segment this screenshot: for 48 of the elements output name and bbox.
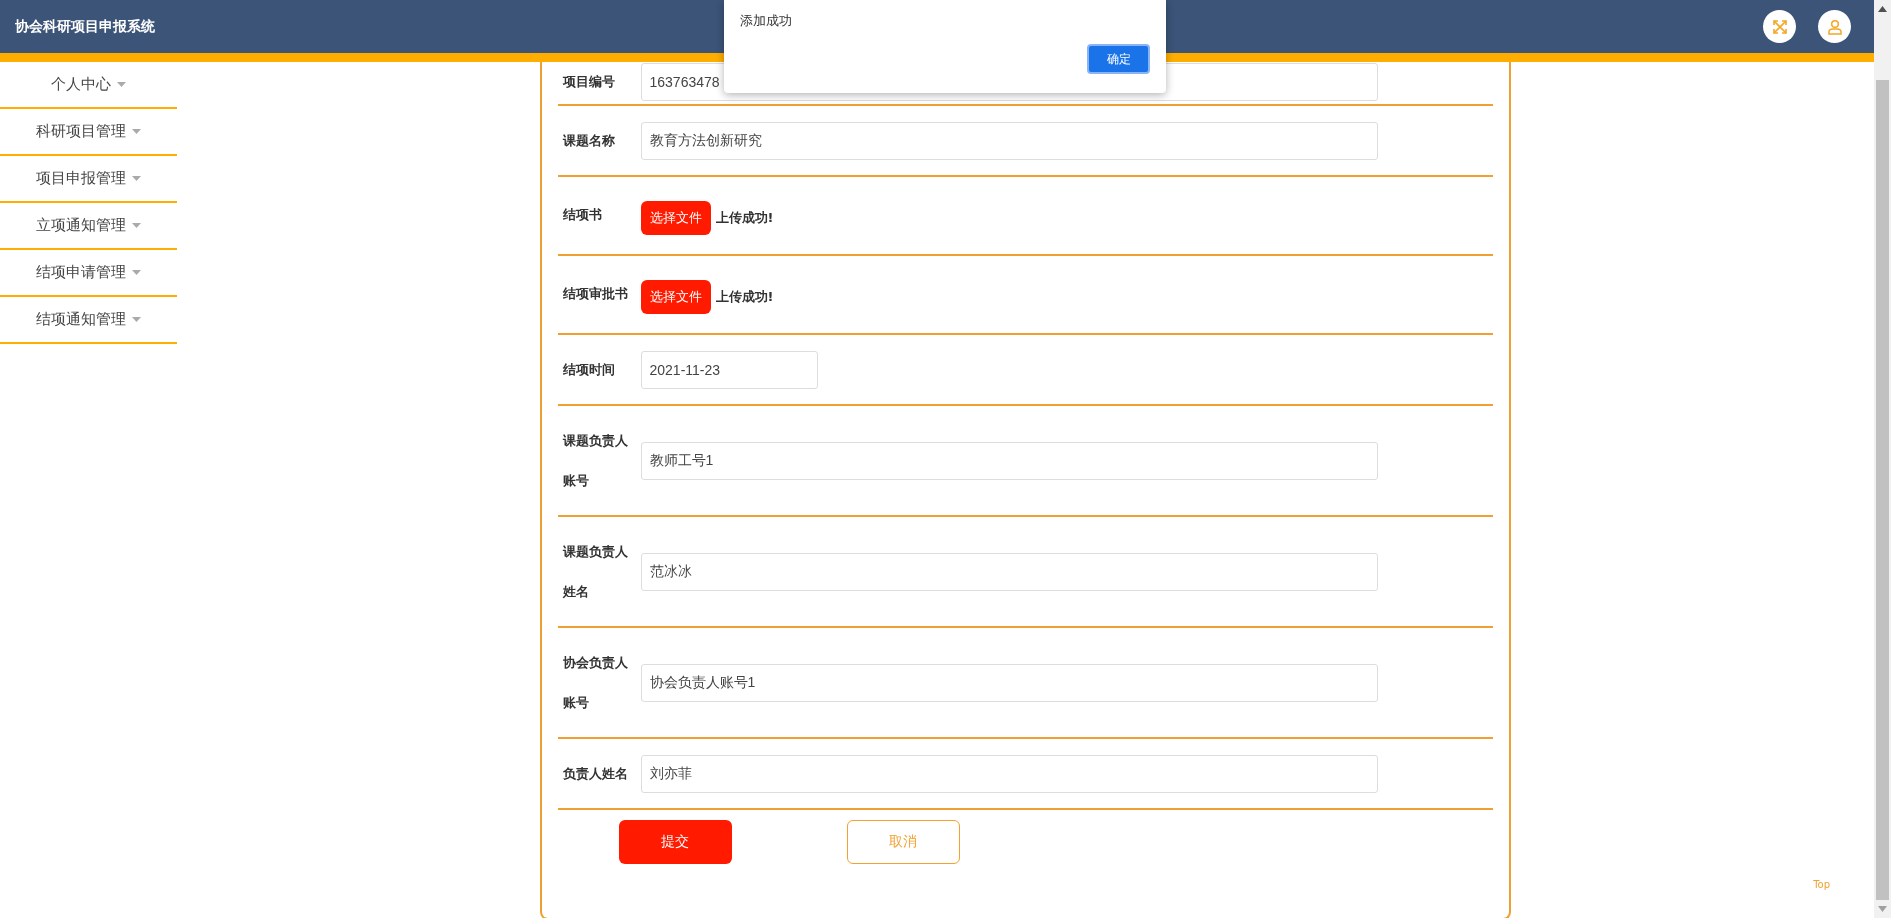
caret-icon: [132, 317, 141, 322]
caret-icon: [132, 129, 141, 134]
scrollbar[interactable]: [1874, 0, 1891, 918]
fullscreen-button[interactable]: [1763, 10, 1796, 43]
user-icon: [1826, 18, 1843, 35]
field-label: 结项时间: [562, 361, 616, 379]
sidebar-menu-item[interactable]: 结项通知管理: [0, 297, 177, 344]
user-button[interactable]: [1818, 10, 1851, 43]
input-field[interactable]: 教师工号1: [640, 442, 1378, 480]
menu-label: 项目申报管理: [36, 169, 126, 188]
confirm-button[interactable]: 确定: [1087, 44, 1150, 74]
caret-icon: [132, 270, 141, 275]
scroll-up-icon[interactable]: [1878, 6, 1887, 12]
date-field[interactable]: 2021-11-23: [640, 351, 818, 389]
caret-icon: [117, 82, 126, 87]
field-label: 协会负责人账号: [562, 654, 629, 712]
input-field[interactable]: 协会负责人账号1: [640, 664, 1378, 702]
sidebar-menu-item[interactable]: 结项申请管理: [0, 250, 177, 297]
menu-label: 科研项目管理: [36, 122, 126, 141]
sidebar-menu-item[interactable]: 个人中心: [0, 62, 177, 109]
upload-status: 上传成功!: [715, 209, 774, 227]
choose-file-button[interactable]: 选择文件: [640, 201, 711, 235]
field-label: 结项书: [562, 206, 603, 224]
sidebar-menu-item[interactable]: 项目申报管理: [0, 156, 177, 203]
sidebar-menu-item[interactable]: 立项通知管理: [0, 203, 177, 250]
caret-icon: [132, 223, 141, 228]
input-field[interactable]: 范冰冰: [640, 553, 1378, 591]
field-label: 课题负责人姓名: [562, 543, 629, 601]
field-label: 项目编号: [562, 73, 616, 91]
input-field[interactable]: 教育方法创新研究: [640, 122, 1378, 160]
scrollbar-thumb[interactable]: [1876, 80, 1889, 900]
caret-icon: [132, 176, 141, 181]
menu-label: 个人中心: [51, 75, 111, 94]
app-title: 协会科研项目申报系统: [15, 17, 155, 36]
menu-label: 结项申请管理: [36, 263, 126, 282]
submit-button[interactable]: 提交: [618, 820, 732, 864]
field-label: 课题负责人账号: [562, 432, 629, 490]
upload-status: 上传成功!: [715, 288, 774, 306]
field-label: 结项审批书: [562, 285, 629, 303]
field-label: 负责人姓名: [562, 765, 629, 783]
choose-file-button[interactable]: 选择文件: [640, 280, 711, 314]
sidebar-menu-item[interactable]: 科研项目管理: [0, 109, 177, 156]
dialog-message: 添加成功: [740, 12, 793, 30]
menu-label: 结项通知管理: [36, 310, 126, 329]
field-label: 课题名称: [562, 132, 616, 150]
expand-arrows-icon: [1771, 18, 1788, 35]
input-field[interactable]: 刘亦菲: [640, 755, 1378, 793]
menu-label: 立项通知管理: [36, 216, 126, 235]
